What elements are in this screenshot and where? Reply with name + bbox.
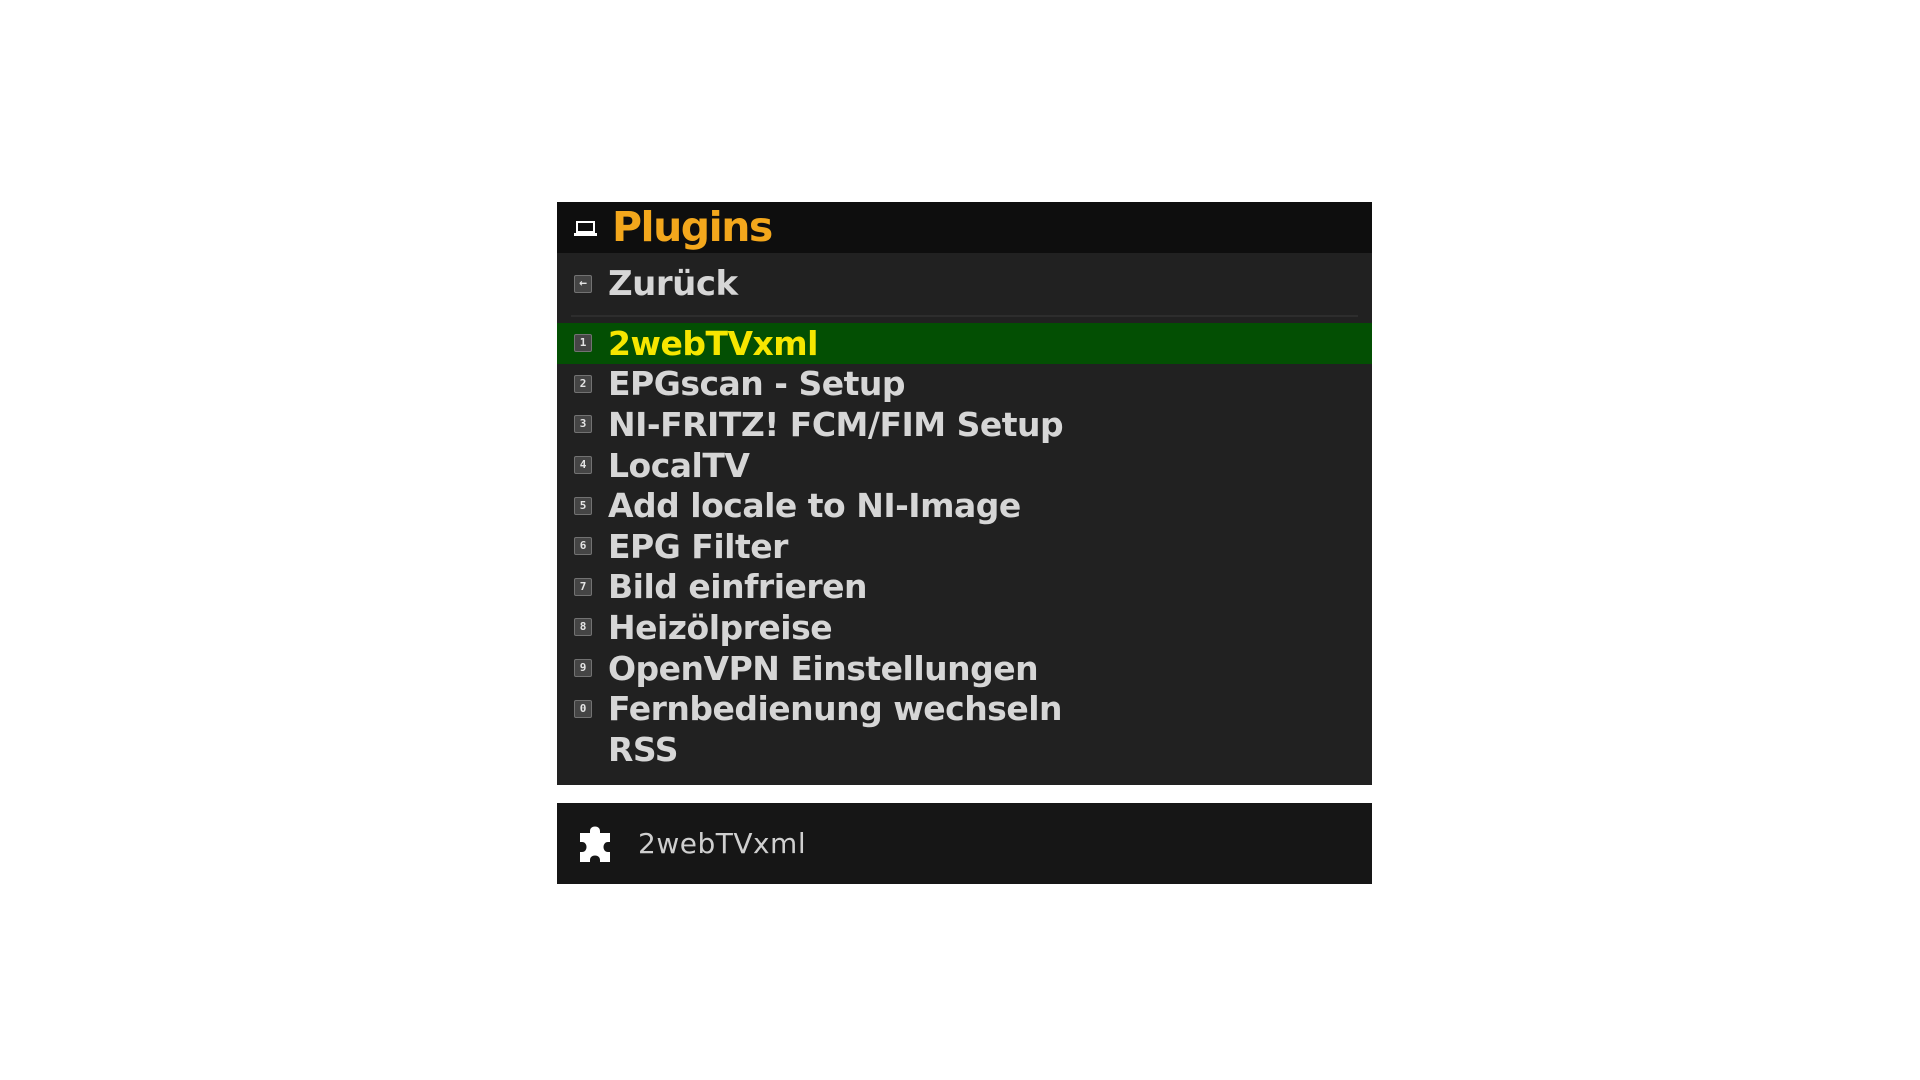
- menu-item-label: RSS: [608, 729, 678, 769]
- menu-item[interactable]: 9 OpenVPN Einstellungen: [557, 648, 1372, 689]
- menu-item-label: Bild einfrieren: [608, 567, 868, 607]
- menu-item[interactable]: 8 Heizölpreise: [557, 607, 1372, 648]
- puzzle-piece-icon: [574, 821, 620, 867]
- menu-item[interactable]: 5 Add locale to NI-Image: [557, 485, 1372, 526]
- menu-item-label: EPGscan - Setup: [608, 364, 906, 404]
- back-item[interactable]: ← Zurück: [557, 253, 1372, 315]
- number-key-icon: 9: [574, 659, 592, 678]
- number-key-icon: 0: [574, 699, 592, 718]
- back-key-icon: ←: [574, 275, 592, 293]
- plugin-list: 1 2webTVxml 2 EPGscan - Setup 3 NI-FRITZ! FCM…: [557, 323, 1372, 770]
- menu-item[interactable]: 6 EPG Filter: [557, 526, 1372, 567]
- menu-item[interactable]: 0 Fernbedienung wechseln: [557, 688, 1372, 729]
- number-key-icon: 4: [574, 456, 592, 475]
- info-bar: 2webTVxml: [557, 803, 1372, 884]
- number-key-icon: 2: [574, 374, 592, 393]
- plugins-menu: Plugins ← Zurück 1 2webTVxml 2 EPGscan - Se…: [557, 202, 1372, 785]
- menu-item-label: LocalTV: [608, 445, 750, 485]
- menu-item[interactable]: 3 NI-FRITZ! FCM/FIM Setup: [557, 404, 1372, 445]
- number-key-icon: 8: [574, 618, 592, 637]
- menu-item[interactable]: 2 EPGscan - Setup: [557, 364, 1372, 405]
- menu-item[interactable]: 7 Bild einfrieren: [557, 567, 1372, 608]
- back-label: Zurück: [608, 264, 738, 304]
- info-text: 2webTVxml: [638, 827, 807, 860]
- menu-header: Plugins: [557, 202, 1372, 253]
- menu-item-label: Add locale to NI-Image: [608, 486, 1021, 526]
- number-key-icon: 6: [574, 537, 592, 556]
- menu-item-label: NI-FRITZ! FCM/FIM Setup: [608, 404, 1064, 444]
- menu-item-label: EPG Filter: [608, 526, 788, 566]
- number-key-icon: 7: [574, 577, 592, 596]
- divider: [571, 315, 1358, 317]
- menu-item-label: OpenVPN Einstellungen: [608, 648, 1039, 688]
- number-key-icon: 3: [574, 415, 592, 434]
- number-key-icon: 1: [574, 334, 592, 353]
- number-key-icon: 5: [574, 496, 592, 515]
- menu-item[interactable]: 4 LocalTV: [557, 445, 1372, 486]
- menu-item[interactable]: 1 2webTVxml: [557, 323, 1372, 364]
- menu-item-label: Fernbedienung wechseln: [608, 689, 1063, 729]
- menu-title: Plugins: [612, 203, 773, 251]
- menu-item[interactable]: RSS: [557, 729, 1372, 770]
- menu-item-label: 2webTVxml: [608, 323, 818, 363]
- menu-item-label: Heizölpreise: [608, 607, 833, 647]
- laptop-icon: [574, 218, 597, 238]
